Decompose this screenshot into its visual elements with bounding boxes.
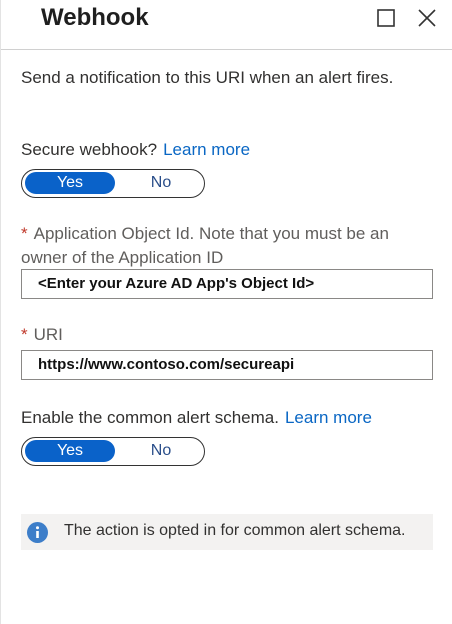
secure-webhook-toggle[interactable]: Yes No (21, 169, 205, 198)
secure-webhook-row: Secure webhook? Learn more (21, 140, 250, 160)
common-alert-schema-yes-option[interactable]: Yes (25, 440, 115, 462)
panel-header: Webhook (1, 0, 452, 50)
secure-webhook-yes-option[interactable]: Yes (25, 172, 115, 194)
secure-webhook-no-option[interactable]: No (122, 172, 200, 194)
info-message-text: The action is opted in for common alert … (64, 522, 406, 539)
uri-label: URI (33, 325, 63, 344)
uri-label-row: * URI (21, 323, 431, 347)
common-alert-schema-label: Enable the common alert schema. (21, 408, 279, 427)
application-object-id-label-row: * Application Object Id. Note that you mu… (21, 222, 431, 270)
panel-description: Send a notification to this URI when an … (21, 68, 394, 87)
maximize-button[interactable] (375, 7, 397, 29)
required-marker: * (21, 325, 28, 344)
application-object-id-input[interactable]: <Enter your Azure AD App's Object Id> (21, 269, 433, 299)
application-object-id-label: Application Object Id. Note that you mus… (21, 224, 389, 267)
common-alert-schema-row: Enable the common alert schema. Learn mor… (21, 408, 372, 428)
maximize-icon (377, 9, 395, 27)
info-message-bar: The action is opted in for common alert … (21, 514, 433, 550)
uri-input[interactable]: https://www.contoso.com/secureapi (21, 350, 433, 380)
webhook-panel: Webhook Send a notification to this URI … (0, 0, 452, 624)
common-alert-schema-no-option[interactable]: No (122, 440, 200, 462)
close-icon (418, 9, 436, 27)
info-icon (27, 522, 48, 543)
required-marker: * (21, 224, 28, 243)
secure-webhook-label: Secure webhook? (21, 140, 158, 159)
secure-webhook-learn-more-link[interactable]: Learn more (163, 140, 250, 159)
common-alert-schema-learn-more-link[interactable]: Learn more (285, 408, 372, 427)
page-title: Webhook (41, 4, 149, 31)
close-button[interactable] (416, 7, 438, 29)
common-alert-schema-toggle[interactable]: Yes No (21, 437, 205, 466)
